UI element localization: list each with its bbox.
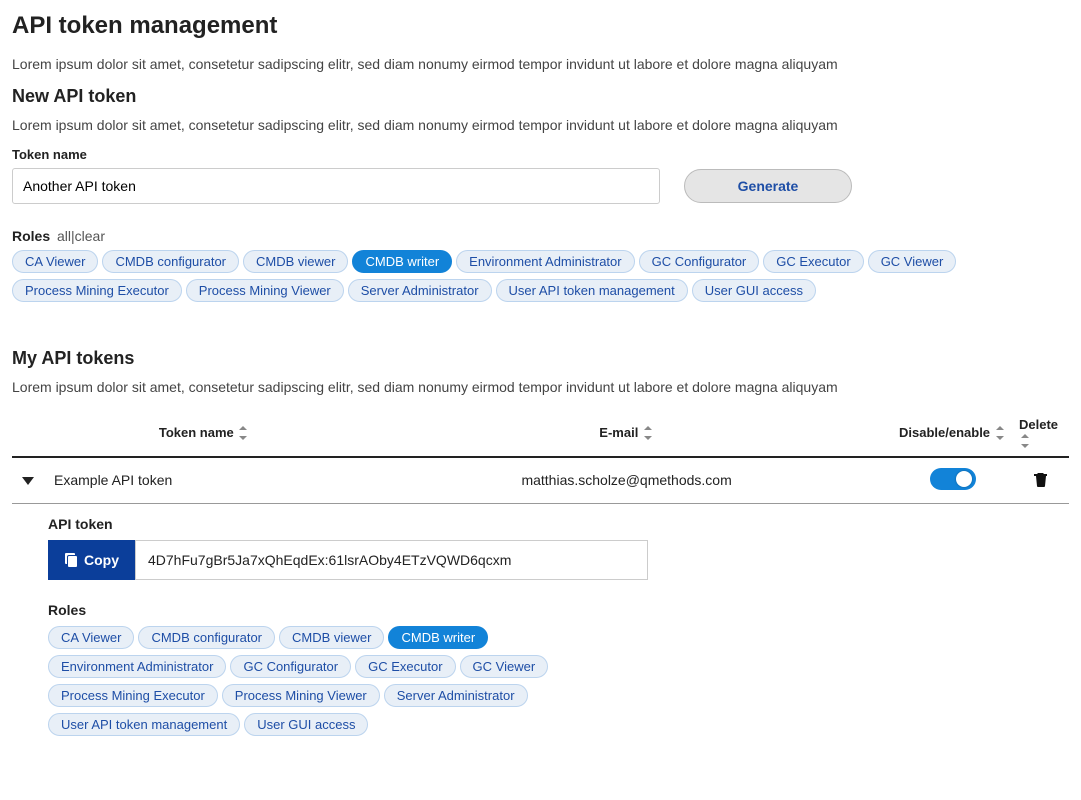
role-pill[interactable]: Environment Administrator [48, 655, 226, 678]
token-name-label: Token name [12, 147, 1069, 162]
role-pill[interactable]: Server Administrator [384, 684, 528, 707]
role-pill[interactable]: Environment Administrator [456, 250, 634, 273]
cell-token-name: Example API token [48, 457, 360, 504]
table-row: Example API token matthias.scholze@qmeth… [12, 457, 1069, 504]
roles-pills: CA ViewerCMDB configuratorCMDB viewerCMD… [12, 250, 1069, 308]
delete-icon[interactable] [1034, 471, 1048, 487]
my-tokens-description: Lorem ipsum dolor sit amet, consetetur s… [12, 379, 1069, 395]
role-pill[interactable]: User API token management [48, 713, 240, 736]
th-delete[interactable]: Delete [1013, 409, 1069, 457]
new-token-description: Lorem ipsum dolor sit amet, consetetur s… [12, 117, 1069, 133]
enable-toggle[interactable] [930, 468, 976, 490]
copy-button[interactable]: Copy [48, 540, 135, 580]
role-pill[interactable]: Process Mining Viewer [222, 684, 380, 707]
role-pill[interactable]: CMDB writer [352, 250, 452, 273]
role-pill[interactable]: GC Configurator [230, 655, 351, 678]
role-pill[interactable]: Process Mining Viewer [186, 279, 344, 302]
sort-icon [239, 426, 249, 440]
th-token-name[interactable]: Token name [48, 409, 360, 457]
th-email[interactable]: E-mail [360, 409, 893, 457]
role-pill[interactable]: User API token management [496, 279, 688, 302]
copy-icon [64, 553, 78, 567]
role-pill[interactable]: GC Executor [763, 250, 863, 273]
roles-label: Roles [12, 228, 50, 244]
role-pill[interactable]: CMDB writer [388, 626, 488, 649]
role-pill[interactable]: CMDB viewer [243, 250, 348, 273]
role-pill[interactable]: CA Viewer [48, 626, 134, 649]
role-pill[interactable]: CMDB configurator [102, 250, 239, 273]
expand-row-icon[interactable] [22, 477, 34, 485]
token-name-input[interactable] [12, 168, 660, 204]
my-tokens-heading: My API tokens [12, 348, 1069, 369]
role-pill[interactable]: Process Mining Executor [12, 279, 182, 302]
roles-header: Roles all|clear [12, 228, 1069, 244]
generate-button[interactable]: Generate [684, 169, 852, 203]
role-pill[interactable]: Process Mining Executor [48, 684, 218, 707]
role-pill[interactable]: CMDB viewer [279, 626, 384, 649]
th-toggle[interactable]: Disable/enable [893, 409, 1013, 457]
expanded-row-panel: API token Copy 4D7hFu7gBr5Ja7xQhEqdEx:61… [12, 504, 1069, 754]
new-token-heading: New API token [12, 86, 1069, 107]
role-pill[interactable]: CMDB configurator [138, 626, 275, 649]
tokens-table: Token name E-mail Disable/enable Delete … [12, 409, 1069, 504]
role-pill[interactable]: GC Viewer [460, 655, 549, 678]
role-pill[interactable]: User GUI access [692, 279, 816, 302]
cell-email: matthias.scholze@qmethods.com [360, 457, 893, 504]
sort-icon [644, 426, 654, 440]
api-token-label: API token [48, 516, 1069, 532]
token-value[interactable]: 4D7hFu7gBr5Ja7xQhEqdEx:61lsrAOby4ETzVQWD… [135, 540, 648, 580]
role-pill[interactable]: Server Administrator [348, 279, 492, 302]
expanded-roles-label: Roles [48, 602, 1069, 618]
page-title: API token management [12, 12, 1069, 40]
role-pill[interactable]: User GUI access [244, 713, 368, 736]
roles-all-clear[interactable]: all|clear [57, 228, 105, 244]
role-pill[interactable]: GC Executor [355, 655, 455, 678]
sort-icon [996, 426, 1006, 440]
role-pill[interactable]: GC Viewer [868, 250, 957, 273]
role-pill[interactable]: CA Viewer [12, 250, 98, 273]
expanded-roles-pills: CA ViewerCMDB configuratorCMDB viewerCMD… [48, 626, 628, 742]
sort-icon [1021, 434, 1031, 448]
role-pill[interactable]: GC Configurator [639, 250, 760, 273]
page-description: Lorem ipsum dolor sit amet, consetetur s… [12, 56, 1069, 72]
